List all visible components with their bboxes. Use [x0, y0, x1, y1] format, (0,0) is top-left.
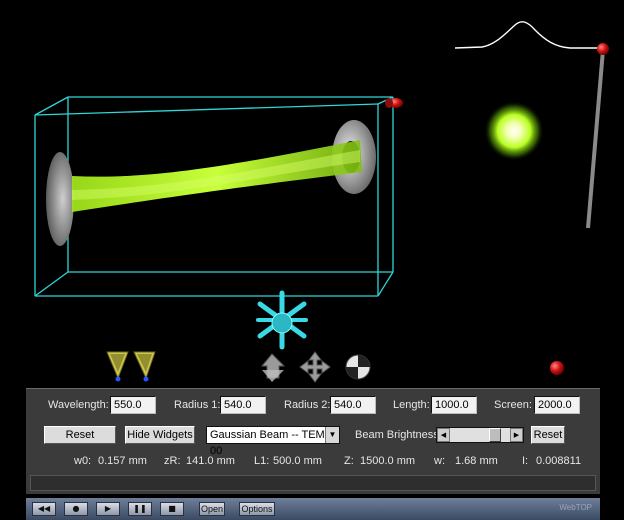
screen-handle [597, 43, 609, 55]
wavelength-label: Wavelength: [48, 399, 109, 411]
options-button[interactable]: Options [239, 502, 275, 516]
wavelength-input[interactable]: 550.0 [110, 396, 156, 414]
slider-thumb[interactable] [489, 428, 501, 442]
screen-spot [484, 101, 544, 161]
screen-input[interactable]: 2000.0 [534, 396, 580, 414]
length-label: Length: [393, 399, 430, 411]
radius2-label: Radius 2: [284, 399, 331, 411]
slider-left-arrow-icon[interactable]: ◀ [437, 428, 450, 442]
intensity-profile [454, 21, 600, 49]
screen-label: Screen: [494, 399, 532, 411]
slider-right-arrow-icon[interactable]: ▶ [510, 428, 523, 442]
webtop-logo: WebTOP [559, 503, 592, 512]
w-value: 1.68 mm [455, 455, 498, 467]
status-bar [30, 475, 596, 491]
beam-brightness-label: Beam Brightness: [355, 429, 442, 441]
box-length-handle-cap [385, 98, 393, 108]
rewind-icon[interactable]: ◀◀ [32, 502, 56, 516]
brightness-reset-button[interactable]: Reset [531, 426, 565, 444]
zr-value: 141.0 mm [186, 455, 235, 467]
w0-label: w0: [74, 455, 92, 467]
z-value: 1500.0 mm [360, 455, 416, 467]
i-value: 0.008811 [536, 455, 582, 467]
player-bar: ◀◀ ● ▶ ❚❚ ■ Open Options WebTOP [26, 498, 600, 520]
cone-widget-2-tip [143, 376, 149, 382]
l1-value: 500.0 mm [273, 455, 322, 467]
stop-icon[interactable]: ■ [160, 502, 184, 516]
reset-button[interactable]: Reset [44, 426, 116, 444]
translate-xy-widget [299, 351, 331, 383]
laser-beam [72, 140, 362, 212]
cone-widget-1-tip [115, 376, 121, 382]
control-row: Reset Hide Widgets Gaussian Beam -- TEM … [26, 425, 600, 457]
screen-pole [586, 49, 605, 229]
3d-viewport[interactable] [0, 0, 624, 388]
pause-icon[interactable]: ❚❚ [128, 502, 152, 516]
translate-up-widget [260, 353, 286, 382]
box-edge [34, 271, 69, 297]
control-panel: Wavelength: 550.0 Radius 1: 540.0 Radius… [26, 388, 600, 494]
play-icon[interactable]: ▶ [96, 502, 120, 516]
w-label: w: [434, 455, 445, 467]
l1-label: L1: [254, 455, 270, 467]
scene-svg[interactable] [0, 0, 624, 388]
reset-view-handle [550, 361, 564, 375]
length-input[interactable]: 1000.0 [431, 396, 477, 414]
rotator-hub [271, 312, 293, 334]
zr-label: zR: [164, 455, 181, 467]
parameter-row: Wavelength: 550.0 Radius 1: 540.0 Radius… [26, 395, 600, 419]
rotate-sphere-widget [345, 354, 371, 380]
box-edge [34, 103, 379, 116]
record-icon[interactable]: ● [64, 502, 88, 516]
z-label: Z: [344, 455, 354, 467]
open-button[interactable]: Open [199, 502, 225, 516]
radius1-input[interactable]: 540.0 [220, 396, 266, 414]
chevron-down-icon[interactable]: ▼ [325, 427, 339, 443]
radius1-label: Radius 1: [174, 399, 221, 411]
radius2-input[interactable]: 540.0 [330, 396, 376, 414]
readout-row: w0: 0.157 mm zR: 141.0 mm L1: 500.0 mm Z… [26, 451, 600, 475]
i-label: I: [522, 455, 529, 467]
box-edge [377, 271, 394, 297]
mirror-widgets [106, 351, 156, 382]
box-edge [34, 96, 69, 116]
w0-value: 0.157 mm [98, 455, 147, 467]
beam-type-select[interactable]: Gaussian Beam -- TEM 00 ▼ [206, 426, 340, 457]
hide-widgets-button[interactable]: Hide Widgets [125, 426, 195, 444]
left-mirror [46, 152, 74, 246]
beam-brightness-slider[interactable]: ◀ ▶ [436, 427, 524, 443]
